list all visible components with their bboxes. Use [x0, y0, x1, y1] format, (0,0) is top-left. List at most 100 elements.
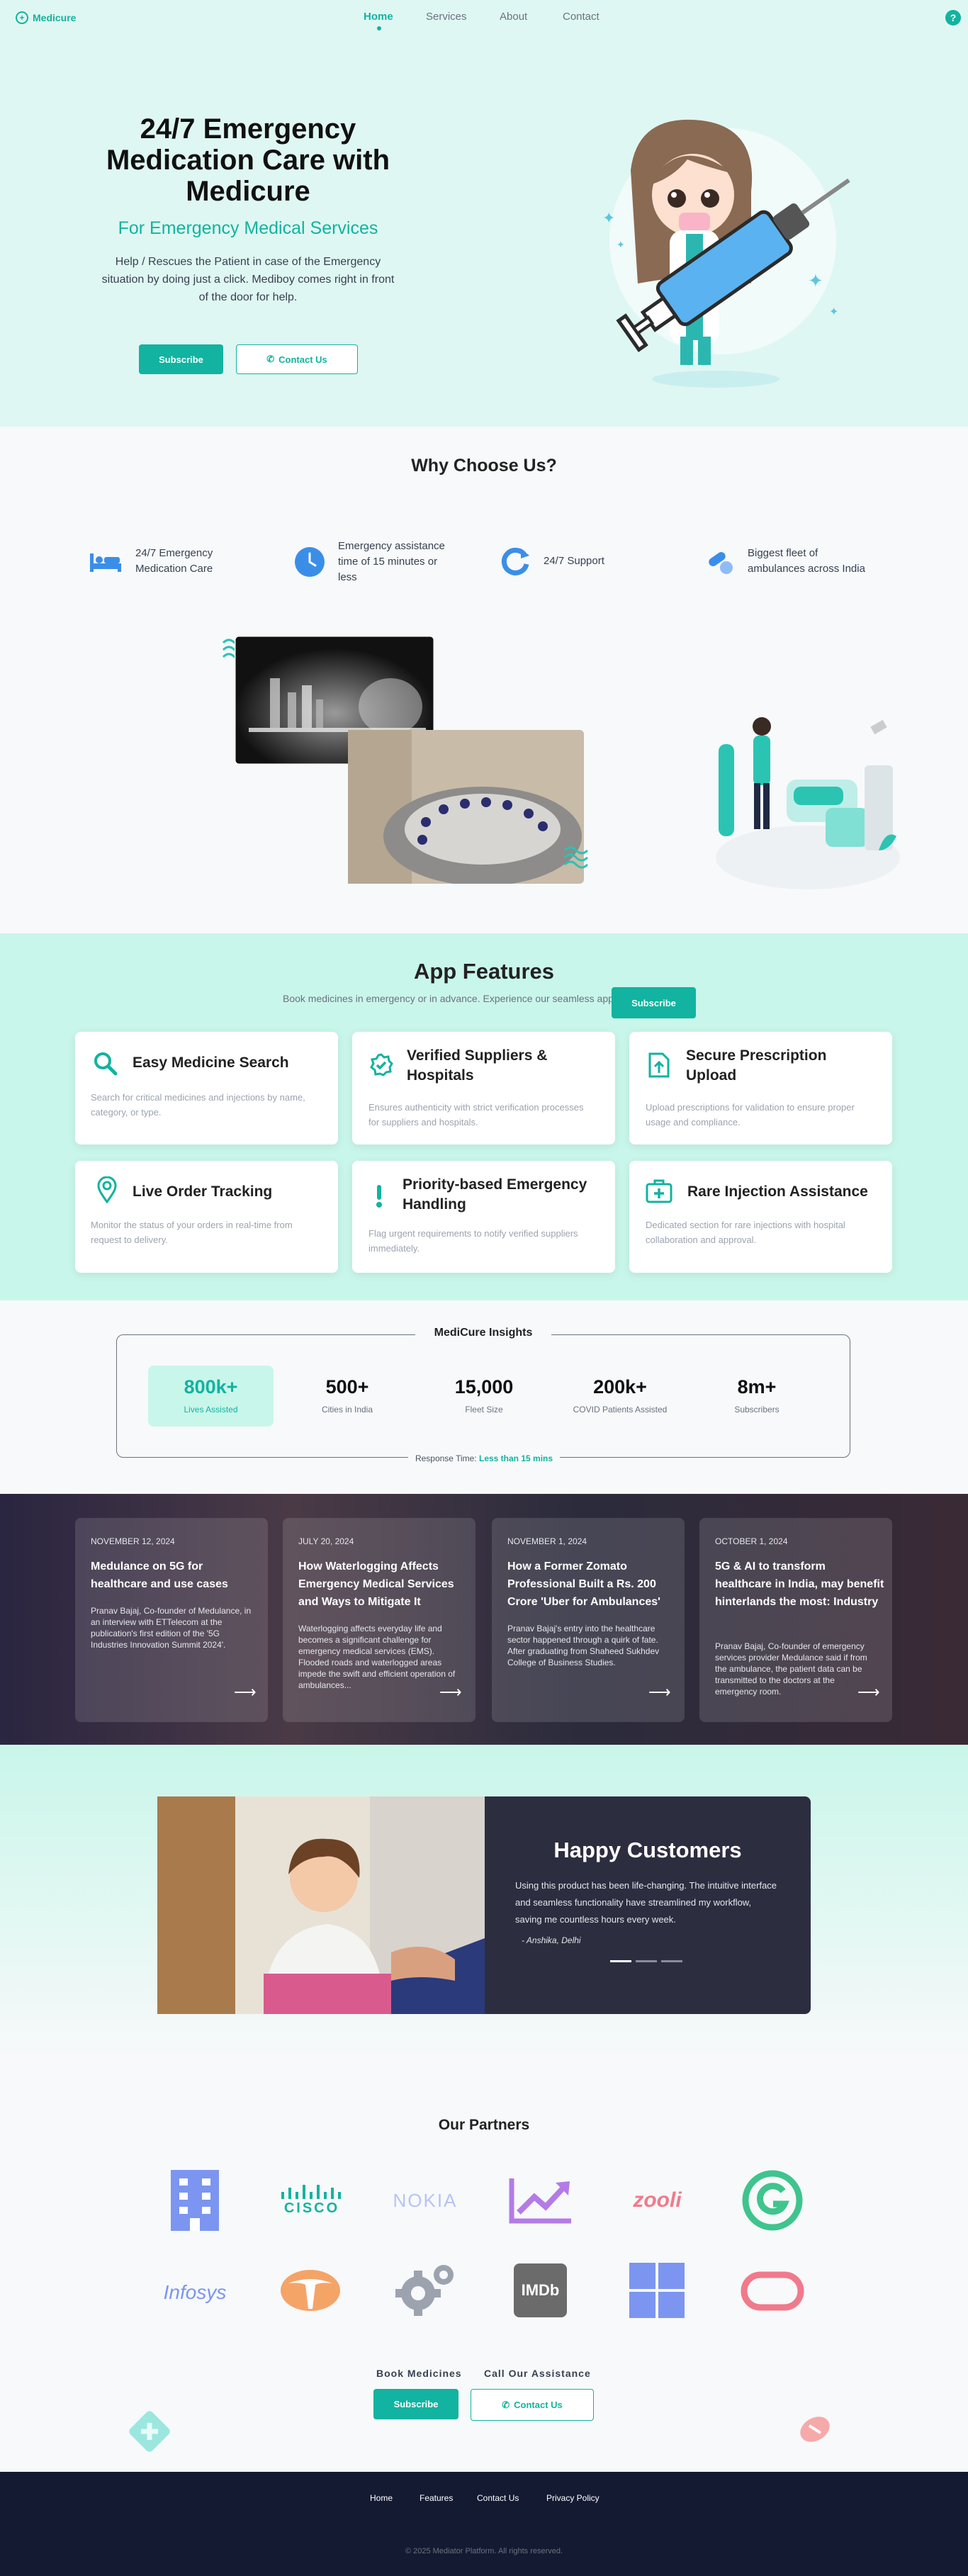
hero-contact-label: Contact Us [278, 354, 327, 365]
nav-contact[interactable]: Contact [563, 11, 600, 23]
carousel-dot[interactable] [636, 1960, 657, 1962]
stat-label: Cities in India [321, 1405, 373, 1414]
testimonial-title: Happy Customers [553, 1838, 742, 1862]
why-item-label: Emergency assistance time of 15 minutes … [338, 540, 445, 583]
cisco-logo-text: CISCO [283, 2200, 340, 2216]
why-item-label: 24/7 Support [544, 555, 604, 567]
response-label: Response Time: [415, 1453, 477, 1463]
svg-text:✦: ✦ [829, 305, 838, 318]
feature-card-desc: Monitor the status of your orders in rea… [91, 1220, 293, 1245]
nav-home[interactable]: Home [364, 11, 393, 23]
testimonial-quote: Using this product has been life-changin… [515, 1880, 777, 1925]
cta-call-label: Call Our Assistance [484, 2368, 591, 2379]
nurse-syringe-illustration: ✦ ✦ ✦ ✦ [602, 119, 850, 388]
refresh-icon [501, 547, 529, 575]
nav-active-indicator [377, 26, 381, 30]
why-item: Biggest fleet of ambulances across India [705, 546, 896, 577]
news-title: How Waterlogging Affects Emergency Medic… [298, 1560, 454, 1608]
pill-decoration [800, 2417, 830, 2442]
hero-subscribe-button[interactable]: Subscribe [139, 344, 223, 374]
feature-card-title: Rare Injection Assistance [687, 1183, 868, 1200]
brand-logo[interactable]: + Medicure [16, 11, 76, 24]
news-title: Medulance on 5G for healthcare and use c… [91, 1560, 228, 1590]
exclamation-icon [376, 1185, 382, 1208]
features-subscribe-button[interactable]: Subscribe [612, 987, 696, 1018]
pharmacist-illustration [716, 717, 900, 889]
stat-label: Subscribers [734, 1405, 780, 1414]
arrow-right-icon[interactable]: ⟶ [234, 1683, 257, 1702]
infosys-logo: Infosys [163, 2281, 227, 2303]
arrow-right-icon[interactable]: ⟶ [857, 1683, 880, 1702]
footer-link-features[interactable]: Features [420, 2493, 453, 2503]
location-pin-icon [97, 1176, 117, 1203]
cta-subscribe-button[interactable]: Subscribe [373, 2389, 458, 2419]
testimonial-author: - Anshika, Delhi [522, 1935, 581, 1945]
news-date: NOVEMBER 12, 2024 [91, 1536, 175, 1546]
hero-subtitle: For Emergency Medical Services [118, 218, 378, 238]
feature-card-title: Live Order Tracking [133, 1183, 273, 1200]
features-subtitle: Book medicines in emergency or in advanc… [283, 993, 617, 1004]
news-title: 5G & AI to transform healthcare in India… [715, 1560, 884, 1608]
upload-icon [648, 1052, 670, 1078]
feature-card[interactable] [75, 1032, 338, 1144]
feature-card-title: Verified Suppliers & Hospitals [407, 1047, 548, 1084]
windows-logo [629, 2263, 685, 2318]
why-title: Why Choose Us? [411, 456, 557, 476]
footer-link-home[interactable]: Home [370, 2493, 393, 2503]
carousel-dot[interactable] [661, 1960, 682, 1962]
hero-description: Help / Rescues the Patient in case of th… [101, 256, 395, 303]
news-text: Pranav Bajaj's entry into the healthcare… [507, 1624, 660, 1667]
feature-card[interactable] [629, 1161, 892, 1273]
cta-contact-label: Contact Us [514, 2400, 563, 2410]
feature-card-title: Priority-based Emergency Handling [403, 1176, 587, 1213]
feature-card-title: Easy Medicine Search [133, 1054, 289, 1071]
carousel-dot-active[interactable] [610, 1960, 631, 1962]
svg-text:✦: ✦ [602, 210, 615, 227]
customer-photo [157, 1796, 485, 2014]
feature-card-desc: Upload prescriptions for validation to e… [646, 1102, 855, 1127]
tata-logo [278, 2265, 343, 2316]
cta-book-label: Book Medicines [376, 2368, 462, 2379]
why-item: Emergency assistance time of 15 minutes … [294, 539, 464, 585]
stat-value: 15,000 [454, 1376, 514, 1397]
top-nav-bar [0, 0, 968, 40]
why-item: 24/7 Support [500, 546, 670, 577]
bed-icon [90, 553, 121, 572]
news-date: OCTOBER 1, 2024 [715, 1536, 788, 1546]
news-text: Pranav Bajaj, Co-founder of Medulance, i… [91, 1606, 252, 1650]
nav-services[interactable]: Services [426, 11, 467, 23]
feature-card-desc: Dedicated section for rare injections wi… [646, 1220, 845, 1245]
stat-label: Fleet Size [465, 1405, 503, 1414]
nav-about[interactable]: About [500, 11, 527, 23]
response-value: Less than 15 mins [479, 1453, 553, 1463]
news-date: NOVEMBER 1, 2024 [507, 1536, 587, 1546]
response-time: Response Time: Less than 15 mins [408, 1453, 560, 1463]
feature-card-desc: Search for critical medicines and inject… [91, 1092, 305, 1118]
arrow-right-icon[interactable]: ⟶ [439, 1683, 462, 1702]
grammarly-logo [741, 2170, 804, 2231]
copyright: © 2025 Mediator Platform. All rights res… [405, 2547, 563, 2555]
plus-circle-icon: + [16, 11, 28, 24]
capsule-logo [741, 2271, 804, 2311]
why-item-label: Biggest fleet of ambulances across India [748, 547, 865, 575]
wave-decoration [563, 846, 589, 869]
svg-text:✦: ✦ [617, 240, 625, 251]
news-date: JULY 20, 2024 [298, 1536, 354, 1546]
footer-link-contact[interactable]: Contact Us [477, 2493, 519, 2503]
feature-card-title: Secure Prescription Upload [686, 1047, 827, 1084]
stat-value: 500+ [325, 1376, 369, 1397]
footer-link-privacy[interactable]: Privacy Policy [546, 2493, 600, 2503]
news-text: Pranav Bajaj, Co-founder of emergency se… [715, 1641, 867, 1697]
hero-contact-button[interactable]: ✆ Contact Us [236, 344, 358, 374]
arrow-right-icon[interactable]: ⟶ [648, 1683, 671, 1702]
phone-icon: ✆ [502, 2399, 510, 2410]
why-item-label: 24/7 Emergency Medication Care [135, 547, 213, 575]
imdb-logo: IMDb [514, 2263, 567, 2317]
cta-contact-button[interactable]: ✆ Contact Us [471, 2389, 594, 2421]
help-icon[interactable]: ? [945, 10, 961, 26]
nokia-logo: NOKIA [393, 2189, 458, 2211]
news-title: How a Former Zomato Professional Built a… [507, 1560, 660, 1608]
footer [0, 2472, 968, 2576]
news-text: Waterlogging affects everyday life and b… [298, 1624, 456, 1690]
gears-logo [392, 2261, 460, 2320]
